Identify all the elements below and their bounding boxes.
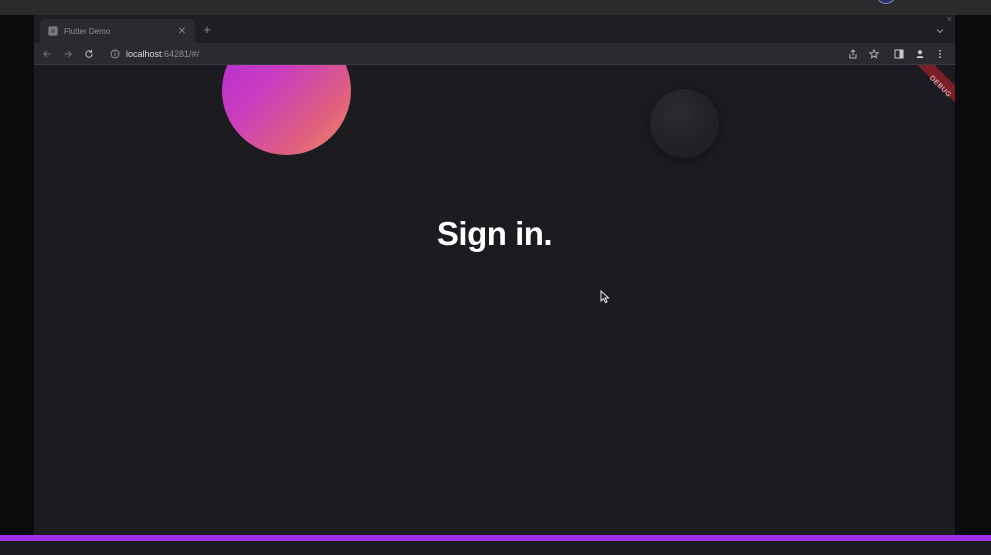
address-bar[interactable]: localhost:64281/#/ (104, 46, 844, 62)
tab-search-button[interactable] (934, 24, 946, 36)
share-button[interactable] (847, 48, 859, 60)
tab-flutter-demo[interactable]: Flutter Demo ✕ (40, 19, 195, 43)
star-icon (869, 49, 879, 59)
arrow-right-icon (64, 50, 72, 58)
profile-icon (916, 50, 924, 58)
browser-toolbar: localhost:64281/#/ (34, 43, 955, 65)
profile-button[interactable] (914, 48, 926, 60)
pie-status-icon[interactable] (876, 0, 896, 4)
side-panel-icon (894, 49, 904, 59)
gradient-orb-decoration (222, 65, 351, 155)
forward-button[interactable] (61, 47, 75, 61)
plus-icon: + (203, 22, 211, 37)
side-panel-button[interactable] (893, 48, 905, 60)
reload-button[interactable] (82, 47, 96, 61)
new-tab-button[interactable]: + (200, 23, 214, 37)
kebab-menu-icon (939, 49, 941, 59)
info-icon[interactable] (110, 49, 120, 59)
back-button[interactable] (40, 47, 54, 61)
close-icon[interactable]: ✕ (177, 26, 187, 37)
page-favicon-icon (48, 26, 58, 36)
mouse-cursor-icon (600, 290, 610, 304)
url-host: localhost (126, 49, 162, 59)
tab-strip: Flutter Demo ✕ + ✕ (34, 15, 955, 43)
app-viewport: DEBUG Sign in. (34, 65, 955, 555)
browser-window: Flutter Demo ✕ + ✕ localhost:64281/#/ D… (34, 15, 955, 555)
debug-banner: DEBUG (911, 65, 955, 116)
window-close-button[interactable]: ✕ (946, 15, 953, 24)
share-icon (849, 49, 857, 59)
chevron-down-icon (936, 29, 944, 34)
browser-menu-button[interactable] (934, 48, 946, 60)
os-top-bar (0, 0, 991, 15)
url-path: :64281/#/ (161, 49, 200, 59)
bookmark-button[interactable] (868, 48, 880, 60)
tab-title: Flutter Demo (64, 26, 111, 36)
debug-banner-label: DEBUG (927, 74, 953, 100)
arrow-left-icon (43, 50, 51, 58)
page-title: Sign in. (436, 215, 553, 252)
reload-icon (85, 49, 93, 58)
bottom-band (0, 541, 991, 555)
close-icon: ✕ (946, 15, 953, 24)
dark-orb-decoration (650, 89, 719, 158)
